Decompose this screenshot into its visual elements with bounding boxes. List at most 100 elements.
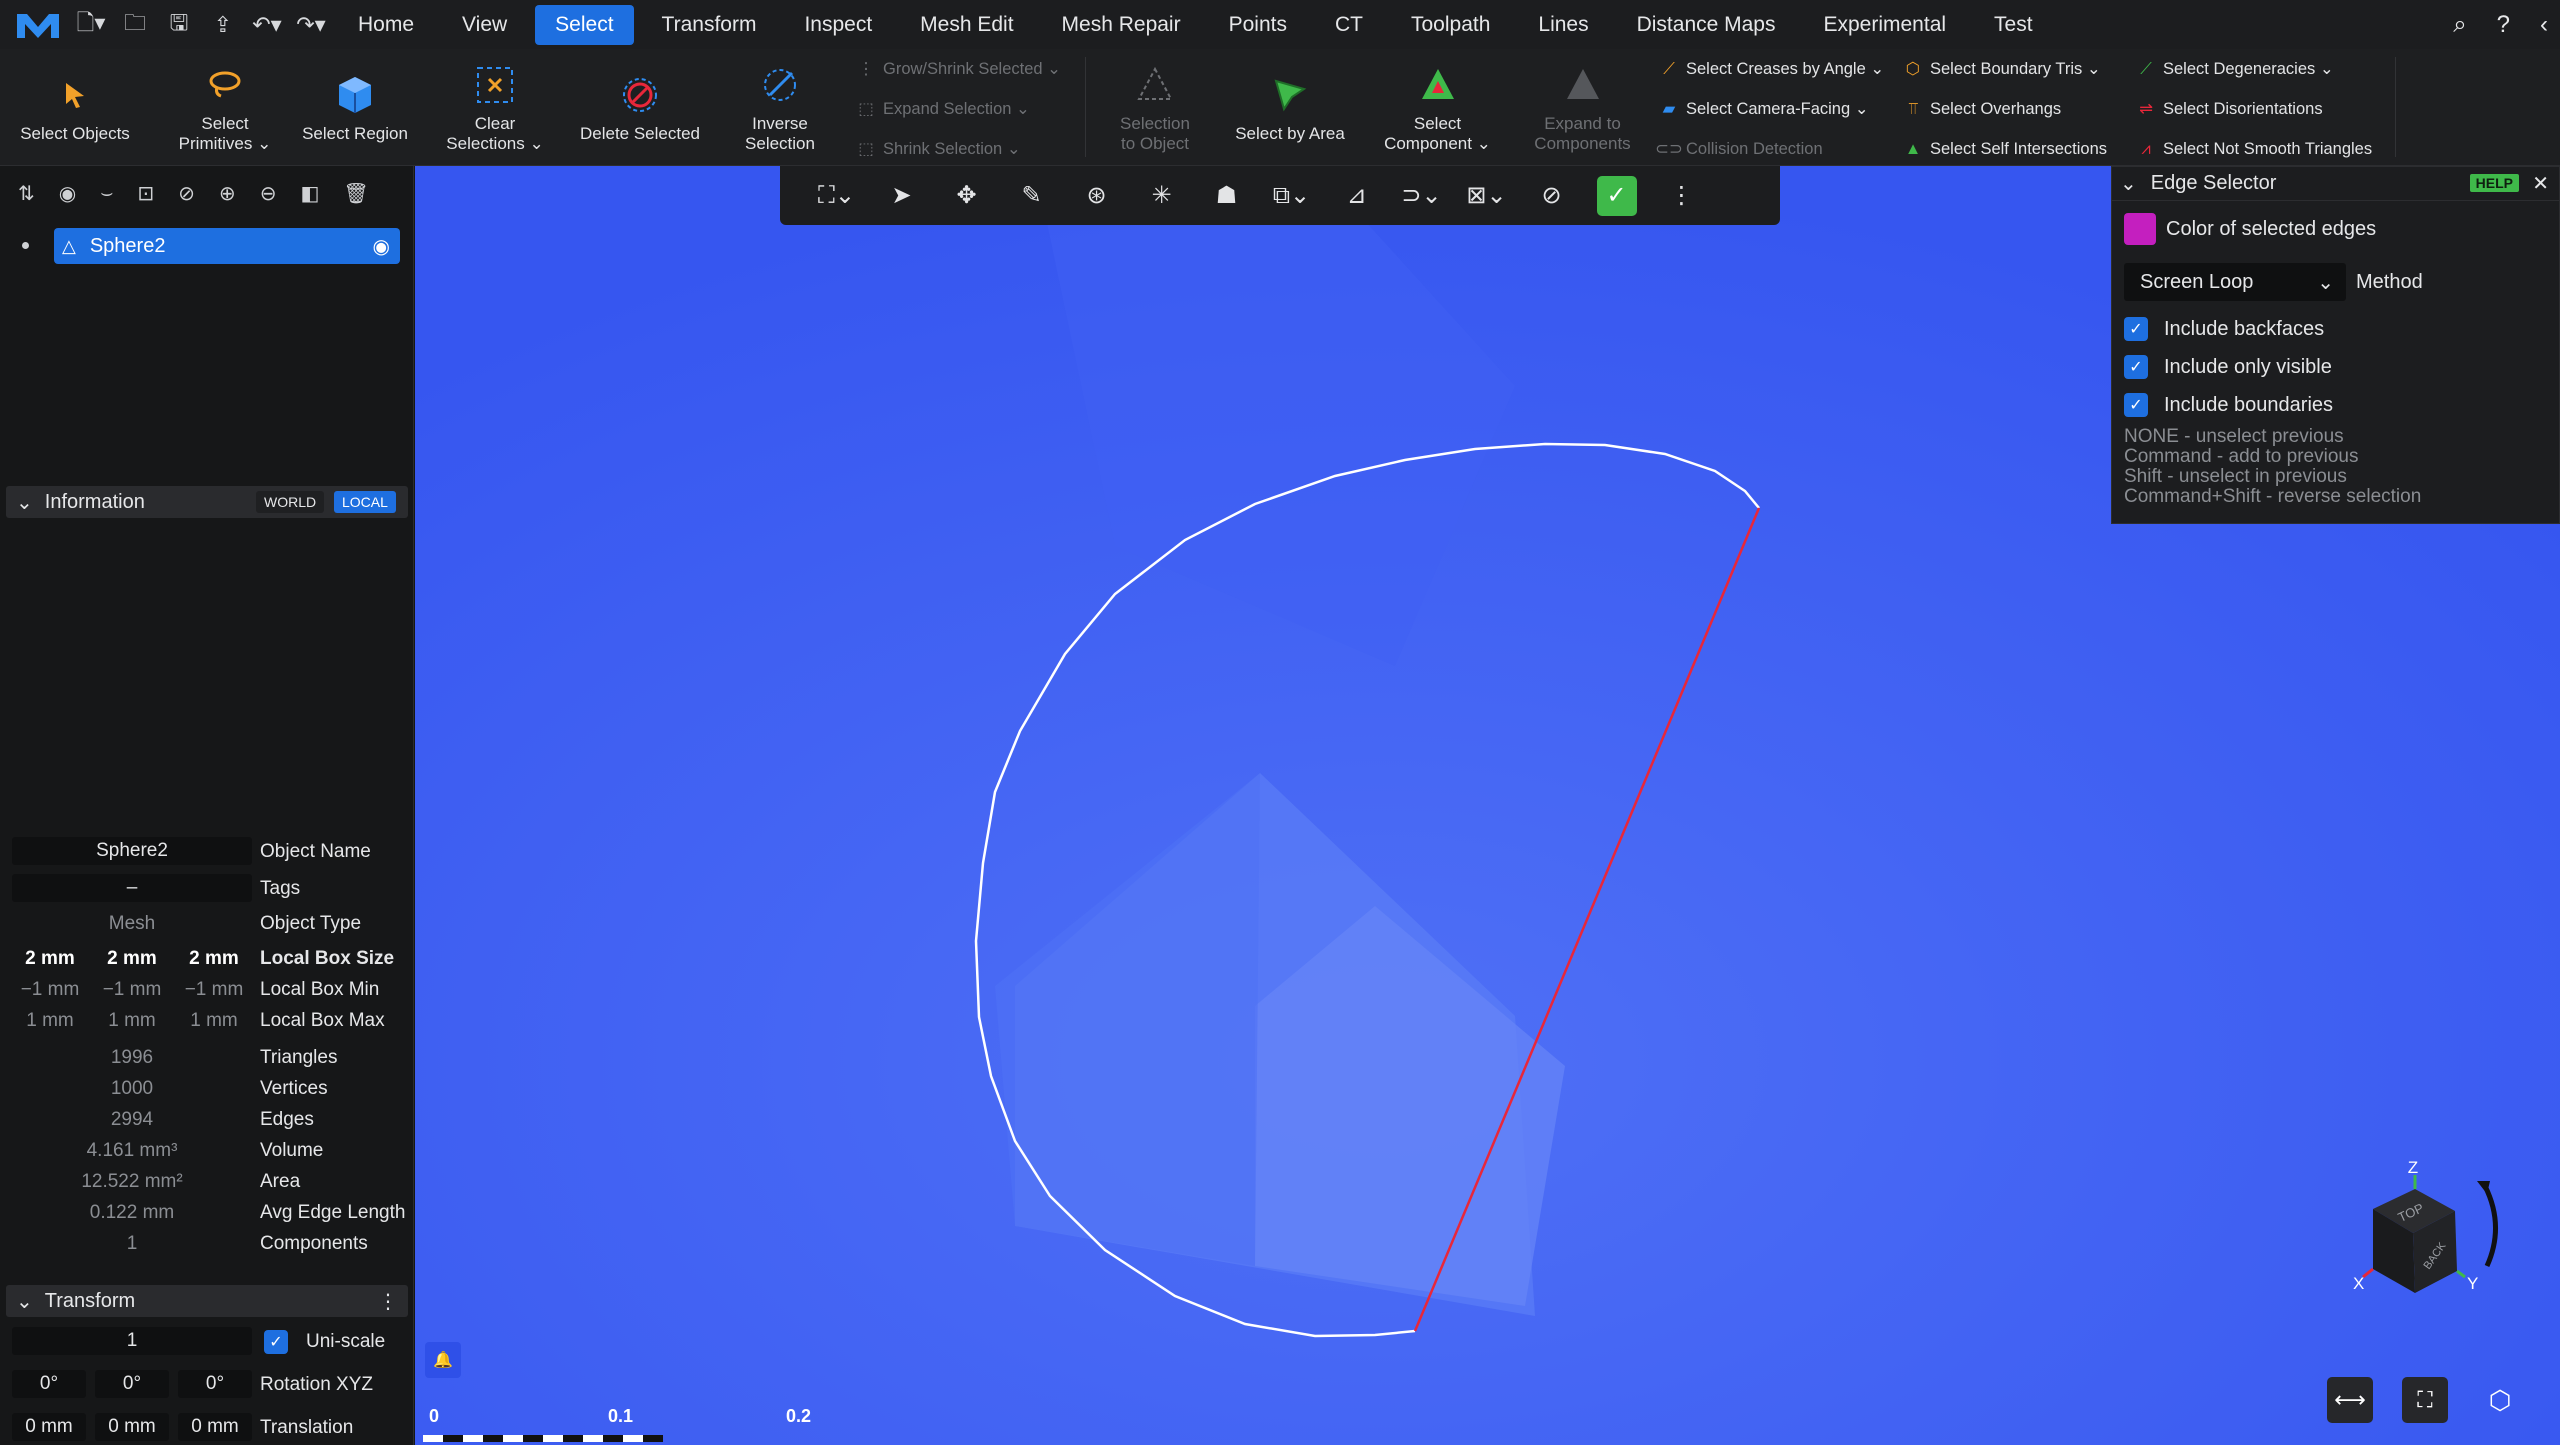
information-header[interactable]: ⌄ Information WORLD LOCAL xyxy=(6,486,408,518)
redo-icon[interactable]: ↷▾ xyxy=(296,10,326,40)
select-component-label-1: Select xyxy=(1413,113,1462,133)
confirm-icon[interactable]: ✓ xyxy=(1584,166,1649,225)
no-select-icon[interactable]: ⊘ xyxy=(1519,166,1584,225)
export-icon[interactable]: ⇪ xyxy=(208,10,238,40)
trash-icon[interactable]: 🗑 xyxy=(343,181,368,206)
grow-shrink-group: ⋮ Grow/Shrink Selected ⌄ ⬚ Expand Selectio… xyxy=(855,49,1061,169)
tab-points[interactable]: Points xyxy=(1209,5,1307,45)
save-icon[interactable]: 🖫 xyxy=(164,10,194,40)
select-not-smooth-button[interactable]: ⩘ Select Not Smooth Triangles xyxy=(2135,129,2372,169)
tab-distance-maps[interactable]: Distance Maps xyxy=(1617,5,1796,45)
tab-home[interactable]: Home xyxy=(338,5,434,45)
visibility-eye-icon[interactable]: ◉ xyxy=(373,234,390,259)
select-region-button[interactable]: Select Region xyxy=(295,49,415,166)
eye-icon[interactable]: ◉ xyxy=(59,181,76,206)
world-toggle[interactable]: WORLD xyxy=(256,491,325,513)
move-icon[interactable]: ✥ xyxy=(934,166,999,225)
new-file-icon[interactable]: 🗋▾ xyxy=(76,10,106,40)
fit-view-icon[interactable]: ⛶⌄ xyxy=(804,166,869,225)
include-boundaries-checkbox[interactable]: ✓ xyxy=(2124,393,2148,417)
tab-inspect[interactable]: Inspect xyxy=(784,5,892,45)
tab-lines[interactable]: Lines xyxy=(1518,5,1608,45)
uniscale-checkbox[interactable]: ✓ xyxy=(264,1329,288,1354)
tab-select[interactable]: Select xyxy=(535,4,634,45)
translation-row: Translation xyxy=(0,1412,414,1443)
search-icon[interactable]: ⌕ xyxy=(2453,11,2466,39)
more-vertical-icon[interactable]: ⋮ xyxy=(378,1289,398,1314)
select-self-intersections-button[interactable]: ▲ Select Self Intersections xyxy=(1902,129,2107,169)
tab-mesh-edit[interactable]: Mesh Edit xyxy=(900,5,1033,45)
hide-faces-icon[interactable]: ⊿ xyxy=(1324,166,1389,225)
transform-header[interactable]: ⌄ Transform ⋮ xyxy=(6,1285,408,1317)
move-down-icon[interactable]: ⊖ xyxy=(260,181,277,206)
box-select-icon[interactable]: ⧉⌄ xyxy=(1259,166,1324,225)
collision-icon: ⊂⊃ xyxy=(1655,140,1683,158)
color-swatch[interactable] xyxy=(2124,213,2156,245)
deselect-icon[interactable]: ⊘ xyxy=(178,181,195,206)
select-overhangs-button[interactable]: ⫪ Select Overhangs xyxy=(1902,89,2107,129)
select-degeneracies-button[interactable]: ⟋ Select Degeneracies ⌄ xyxy=(2135,49,2372,89)
select-objects-button[interactable]: Select Objects xyxy=(10,49,140,166)
tab-transform[interactable]: Transform xyxy=(642,5,777,45)
tab-ct[interactable]: CT xyxy=(1315,5,1383,45)
inverse-selection-button[interactable]: Inverse Selection xyxy=(725,49,835,166)
transform-gizmo-icon[interactable]: ✳ xyxy=(1129,166,1194,225)
selection-to-object-button[interactable]: Selection to Object xyxy=(1100,49,1210,166)
select-component-button[interactable]: Select Component ⌄ xyxy=(1380,49,1495,166)
mirror-icon[interactable]: ◧ xyxy=(300,181,319,206)
app-logo-icon[interactable] xyxy=(0,0,76,49)
help-badge[interactable]: HELP xyxy=(2469,174,2519,192)
clear-icon[interactable]: ⊠⌄ xyxy=(1454,166,1519,225)
box-min-label: Local Box Min xyxy=(260,978,380,1000)
edge-selector-header[interactable]: ⌄ Edge Selector HELP ✕ xyxy=(2112,167,2559,201)
method-dropdown[interactable]: Screen Loop ⌄ xyxy=(2124,263,2346,301)
close-icon[interactable]: ✕ xyxy=(2532,171,2549,196)
select-disorientations-button[interactable]: ⇌ Select Disorientations xyxy=(2135,89,2372,129)
help-icon[interactable]: ? xyxy=(2497,11,2510,39)
scene-panel: ⇅ ◉ ⌣ ⊡ ⊘ ⊕ ⊖ ◧ 🗑 △ Sphere2 ◉ ⌄ Informat… xyxy=(0,166,414,1445)
tab-experimental[interactable]: Experimental xyxy=(1803,5,1966,45)
clear-selections-label-2: Selections xyxy=(446,133,525,153)
sort-icon[interactable]: ⇅ xyxy=(18,181,35,206)
orbit-icon[interactable]: ⊛ xyxy=(1064,166,1129,225)
clear-selections-button[interactable]: Clear Selections ⌄ xyxy=(440,49,550,166)
open-folder-icon[interactable]: 🗀 xyxy=(120,10,150,40)
local-toggle[interactable]: LOCAL xyxy=(334,491,396,513)
measure-icon[interactable]: ⟷ xyxy=(2327,1377,2373,1423)
delete-selected-button[interactable]: Delete Selected xyxy=(570,49,710,166)
undo-icon[interactable]: ↶▾ xyxy=(252,10,282,40)
collision-detection-label: Collision Detection xyxy=(1686,139,1823,158)
rotate-arrow-icon[interactable] xyxy=(2482,1184,2498,1268)
tab-view[interactable]: View xyxy=(442,5,527,45)
move-up-icon[interactable]: ⊕ xyxy=(219,181,236,206)
collision-detection-button[interactable]: ⊂⊃ Collision Detection xyxy=(1655,129,1884,169)
grow-shrink-button[interactable]: ⋮ Grow/Shrink Selected ⌄ xyxy=(855,49,1061,89)
view-cube[interactable]: TOP BACK Z X Y xyxy=(2315,1161,2505,1311)
select-primitives-button[interactable]: Select Primitives ⌄ xyxy=(160,49,290,166)
bell-icon[interactable]: 🔔 xyxy=(425,1342,461,1378)
expand-to-components-button[interactable]: Expand to Components xyxy=(1525,49,1640,166)
tab-toolpath[interactable]: Toolpath xyxy=(1391,5,1510,45)
select-creases-button[interactable]: ⟋ Select Creases by Angle ⌄ xyxy=(1658,49,1884,89)
expand-selection-button[interactable]: ⬚ Expand Selection ⌄ xyxy=(855,89,1061,129)
collapse-icon[interactable]: ‹ xyxy=(2540,11,2548,39)
tab-test[interactable]: Test xyxy=(1974,5,2053,45)
shrink-selection-button[interactable]: ⬚ Shrink Selection ⌄ xyxy=(855,129,1061,169)
select-boundary-tris-button[interactable]: ⬡ Select Boundary Tris ⌄ xyxy=(1902,49,2107,89)
include-backfaces-checkbox[interactable]: ✓ xyxy=(2124,317,2148,341)
tree-item-sphere2[interactable]: △ Sphere2 ◉ xyxy=(54,228,400,264)
select-camera-facing-button[interactable]: ▰ Select Camera-Facing ⌄ xyxy=(1658,89,1884,129)
include-only-visible-checkbox[interactable]: ✓ xyxy=(2124,355,2148,379)
select-by-area-button[interactable]: Select by Area xyxy=(1225,49,1355,166)
hide-icon[interactable]: ⌣ xyxy=(100,182,113,205)
tab-mesh-repair[interactable]: Mesh Repair xyxy=(1042,5,1201,45)
select-all-icon[interactable]: ⊡ xyxy=(137,181,154,206)
view-mode-icon[interactable]: ⬡ xyxy=(2477,1377,2523,1423)
pointer-icon[interactable]: ➤ xyxy=(869,166,934,225)
paint-select-icon[interactable]: ✎ xyxy=(999,166,1064,225)
brush-icon[interactable]: ☗ xyxy=(1194,166,1259,225)
more-vertical-icon[interactable]: ⋮ xyxy=(1649,166,1714,225)
select-primitives-label-1: Select xyxy=(201,113,249,133)
lasso-icon[interactable]: ⊃⌄ xyxy=(1389,166,1454,225)
fit-selection-icon[interactable]: ⛶ xyxy=(2402,1377,2448,1423)
